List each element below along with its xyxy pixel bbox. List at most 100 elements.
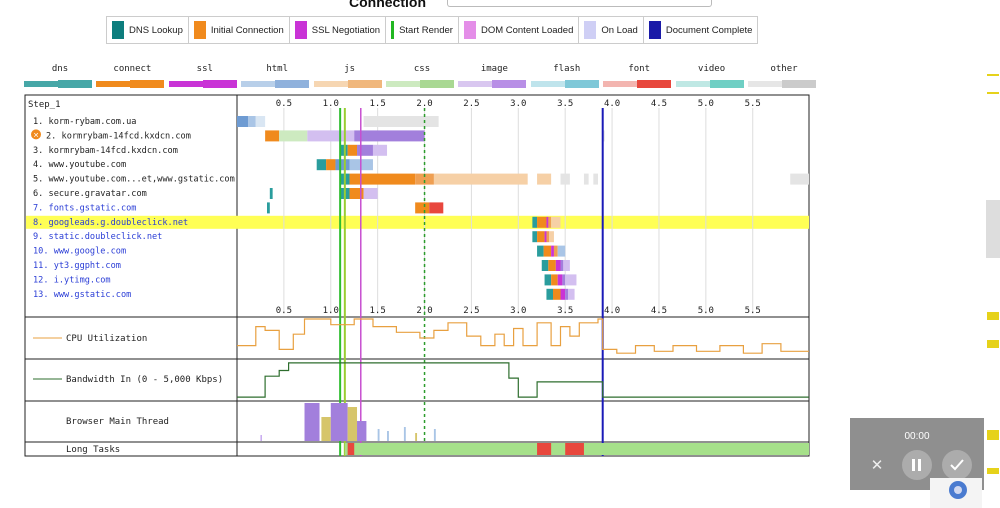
request-bar-segment [565, 288, 569, 300]
main-thread-bar [387, 431, 389, 441]
request-bar-segment [560, 260, 564, 271]
request-bar-segment [562, 274, 566, 286]
request-label[interactable]: 10. www.google.com [33, 247, 126, 257]
request-bar-segment [541, 260, 549, 271]
request-bar-segment [546, 216, 549, 228]
main-thread-bar [260, 435, 262, 441]
request-bar-segment [237, 116, 249, 127]
bandwidth-line [237, 362, 809, 398]
axis-tick-bottom: 3.0 [510, 306, 526, 316]
confirm-button[interactable] [942, 450, 972, 480]
request-label[interactable]: 9. static.doubleclick.net [33, 232, 162, 242]
request-bar-segment [565, 274, 577, 286]
main-thread-bar [415, 433, 418, 441]
axis-tick-top: 2.5 [463, 99, 479, 109]
request-label: 6. secure.gravatar.com [33, 189, 147, 199]
request-label: 4. www.youtube.com [33, 160, 126, 170]
request-label[interactable]: 7. fonts.gstatic.com [33, 203, 136, 213]
request-label[interactable]: 11. yt3.ggpht.com [33, 261, 121, 271]
request-bar-segment [551, 274, 558, 286]
axis-tick-bottom: 0.5 [276, 306, 292, 316]
request-bar-segment [537, 216, 547, 228]
request-bar-segment [415, 202, 430, 214]
recaptcha-logo [930, 478, 982, 508]
main-thread-bar [304, 403, 320, 441]
request-label: 2. kormrybam-14fcd.kxdcn.com [46, 131, 191, 141]
request-label[interactable]: 12. i.ytimg.com [33, 275, 111, 285]
main-thread-bar [403, 427, 406, 441]
request-bar-segment [363, 116, 439, 127]
scroll-marker [987, 430, 999, 440]
axis-tick-top: 1.5 [370, 99, 386, 109]
request-bar-segment [563, 260, 570, 271]
step-label: Step_1 [28, 100, 61, 110]
cpu-line [237, 318, 809, 354]
axis-tick-top: 2.0 [416, 99, 432, 109]
request-bar-segment [248, 116, 256, 127]
axis-tick-bottom: 4.5 [651, 306, 667, 316]
scroll-marker [987, 340, 999, 348]
request-bar-segment [557, 274, 563, 286]
request-bar-segment [429, 202, 444, 214]
axis-tick-top: 3.0 [510, 99, 526, 109]
axis-tick-bottom: 1.0 [323, 306, 339, 316]
request-bar-segment [557, 245, 566, 257]
request-bar-segment [546, 231, 550, 243]
request-label: 3. kormrybam-14fcd.kxdcn.com [33, 146, 178, 156]
main-thread-label: Browser Main Thread [66, 417, 169, 427]
main-thread-bar [377, 429, 380, 441]
video-time: 00:00 [904, 431, 930, 442]
request-label[interactable]: 8. googleads.g.doubleclick.net [33, 218, 188, 228]
request-bar-segment [560, 173, 570, 185]
main-thread-bar [433, 429, 436, 441]
main-thread-bar [347, 407, 358, 441]
request-bar-segment [548, 260, 556, 271]
axis-tick-top: 3.5 [557, 99, 573, 109]
main-thread-bar [330, 403, 348, 441]
request-bar-segment [537, 231, 545, 243]
request-bar-segment [544, 231, 547, 243]
request-bar-segment [553, 288, 561, 300]
request-bar-segment [267, 202, 270, 214]
request-bar-segment [532, 216, 538, 228]
request-label[interactable]: 13. www.gstatic.com [33, 290, 131, 300]
scroll-marker [987, 312, 999, 320]
main-thread-bar [357, 421, 367, 441]
main-thread-bar [321, 417, 331, 441]
axis-tick-top: 5.0 [698, 99, 714, 109]
request-bar-segment [555, 260, 561, 271]
cpu-label: CPU Utilization [66, 334, 147, 344]
request-bar-segment [560, 288, 566, 300]
request-label: 1. korm-rybam.com.ua [33, 117, 136, 127]
request-bar-segment [543, 245, 552, 257]
long-task-span [565, 443, 584, 455]
long-task-span [347, 443, 355, 455]
scroll-marker [987, 74, 999, 76]
axis-tick-bottom: 5.5 [745, 306, 761, 316]
request-bar-segment [269, 188, 273, 199]
request-bar-segment [335, 159, 350, 171]
request-bar-segment [548, 216, 552, 228]
request-bar-segment [583, 173, 589, 185]
request-bar-segment [265, 130, 280, 142]
bandwidth-label: Bandwidth In (0 - 5,000 Kbps) [66, 375, 223, 385]
scroll-marker [987, 92, 999, 94]
axis-tick-bottom: 1.5 [370, 306, 386, 316]
request-bar-segment [349, 173, 416, 185]
request-bar-segment [316, 159, 327, 171]
pause-button[interactable] [902, 450, 932, 480]
request-bar-segment [532, 231, 538, 243]
pause-icon [912, 459, 921, 471]
request-bar-segment [357, 144, 373, 156]
request-bar-segment [307, 130, 355, 142]
request-bar-segment [347, 144, 358, 156]
request-bar-segment [551, 245, 554, 257]
request-bar-segment [568, 288, 575, 300]
request-bar-segment [326, 159, 336, 171]
close-icon[interactable]: ✕ [862, 450, 892, 480]
request-bar-segment [363, 188, 378, 199]
request-bar-segment [279, 130, 308, 142]
request-bar-segment [255, 116, 266, 127]
scrollbar-thumb[interactable] [986, 200, 1000, 258]
axis-tick-top: 1.0 [323, 99, 339, 109]
